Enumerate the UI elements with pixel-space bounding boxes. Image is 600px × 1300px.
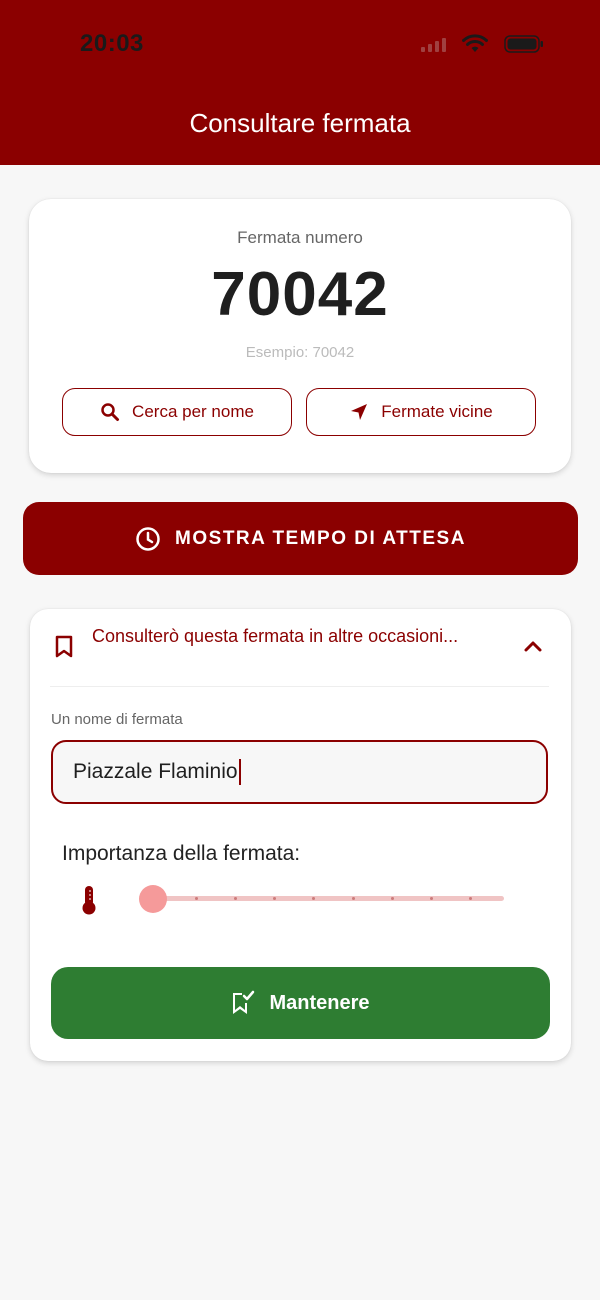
stop-name-label: Un nome di fermata: [51, 711, 183, 728]
stop-name-input[interactable]: Piazzale Flaminio: [51, 740, 548, 804]
slider-step-dot: [468, 897, 472, 900]
save-favorite-label: Mantenere: [269, 991, 370, 1014]
slider-step-dot: [273, 897, 277, 900]
show-wait-time-button[interactable]: MOSTRA TEMPO DI ATTESA: [23, 502, 578, 575]
nearby-stops-button[interactable]: Fermate vicine: [306, 388, 536, 436]
favorite-stop-card: Consulterò questa fermata in altre occas…: [30, 609, 571, 1061]
importance-slider-track[interactable]: [152, 896, 504, 901]
page-title: Consultare fermata: [189, 108, 411, 138]
search-icon: [101, 403, 120, 421]
divider: [50, 686, 549, 687]
thermometer-icon: [82, 886, 96, 915]
show-wait-time-label: MOSTRA TEMPO DI ATTESA: [175, 527, 466, 549]
favorite-accordion-header[interactable]: Consulterò questa fermata in altre occas…: [30, 609, 571, 687]
slider-step-dot: [312, 897, 316, 900]
battery-icon: [504, 35, 543, 53]
navigation-arrow-icon: [351, 404, 368, 420]
save-favorite-button[interactable]: Mantenere: [51, 967, 550, 1039]
stop-number-input[interactable]: 70042: [29, 259, 571, 330]
chevron-up-icon[interactable]: [523, 639, 543, 653]
search-by-name-label: Cerca per nome: [132, 402, 254, 421]
slider-step-dot: [390, 897, 394, 900]
status-time: 20:03: [80, 30, 144, 57]
bookmark-icon: [55, 635, 73, 658]
stop-number-label: Fermata numero: [237, 228, 363, 247]
slider-step-dot: [195, 897, 198, 900]
favorite-accordion-title: Consulterò questa fermata in altre occas…: [92, 626, 459, 646]
cellular-signal-icon: [421, 36, 446, 52]
wifi-icon: [462, 34, 488, 52]
slider-step-dot: [234, 897, 238, 900]
nearby-stops-label: Fermate vicine: [381, 402, 493, 421]
importance-label: Importanza della fermata:: [62, 842, 301, 865]
slider-step-dot: [429, 897, 433, 900]
app-header: 20:03 Consultare fermata: [0, 0, 600, 165]
clock-icon: [136, 526, 160, 551]
stop-number-hint: Esempio: 70042: [245, 344, 355, 361]
search-by-name-button[interactable]: Cerca per nome: [62, 388, 292, 436]
stop-name-value: Piazzale Flaminio: [73, 760, 238, 783]
importance-slider-thumb[interactable]: [139, 885, 167, 913]
slider-step-dot: [351, 897, 355, 900]
text-caret: [238, 759, 241, 785]
stop-card: Fermata numero 70042 Esempio: 70042 Cerc…: [29, 199, 571, 473]
bookmark-check-icon: [233, 990, 255, 1014]
status-icons: [421, 34, 544, 54]
